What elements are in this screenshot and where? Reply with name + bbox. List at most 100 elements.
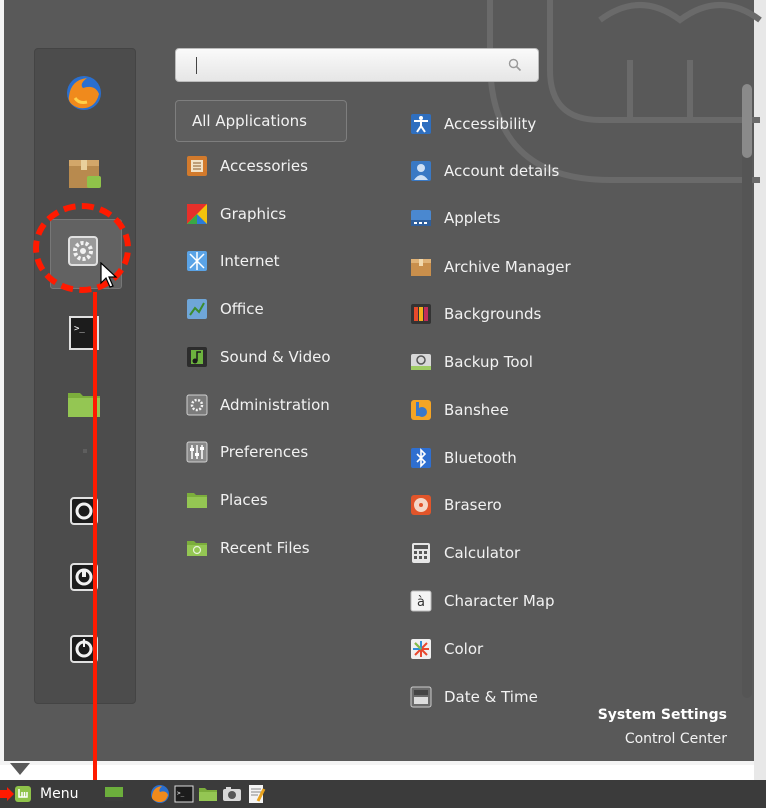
annotation-line xyxy=(93,292,97,808)
category-label: Graphics xyxy=(220,205,287,223)
category-internet[interactable]: Internet xyxy=(175,240,347,282)
menu-pointer xyxy=(10,763,30,775)
search-input[interactable] xyxy=(175,48,539,82)
power-icon xyxy=(70,635,98,663)
app-account-details[interactable]: Account details xyxy=(410,154,559,188)
favorite-files[interactable] xyxy=(60,379,108,427)
app-label: Account details xyxy=(444,162,560,180)
app-list-scrollbar[interactable] xyxy=(742,84,752,698)
app-label: Backup Tool xyxy=(444,353,533,371)
app-label: Brasero xyxy=(444,496,502,514)
app-archive-manager[interactable]: Archive Manager xyxy=(410,250,571,284)
app-accessibility[interactable]: Accessibility xyxy=(410,107,536,141)
firefox-icon[interactable] xyxy=(150,784,170,804)
app-label: Bluetooth xyxy=(444,449,517,467)
favorite-shutdown[interactable] xyxy=(60,625,108,673)
app-backup-tool[interactable]: Backup Tool xyxy=(410,345,533,379)
app-bluetooth[interactable]: Bluetooth xyxy=(410,441,517,475)
mouse-cursor-icon xyxy=(100,262,118,288)
category-preferences[interactable]: Preferences xyxy=(175,431,347,473)
app-calculator[interactable]: Calculator xyxy=(410,536,520,570)
app-label: Backgrounds xyxy=(444,305,542,323)
favorite-logout[interactable] xyxy=(60,553,108,601)
category-label: Internet xyxy=(220,252,280,270)
category-office[interactable]: Office xyxy=(175,288,347,330)
color-icon xyxy=(411,639,431,659)
favorite-software-manager[interactable] xyxy=(60,149,108,197)
category-sound-video[interactable]: Sound & Video xyxy=(175,336,347,378)
internet-icon xyxy=(187,251,207,271)
search-icon xyxy=(508,58,522,72)
banshee-icon xyxy=(411,400,431,420)
lock-icon xyxy=(70,497,98,525)
app-brasero[interactable]: Brasero xyxy=(410,488,502,522)
places-icon xyxy=(187,493,207,508)
sound-video-icon xyxy=(187,347,207,367)
category-label: Sound & Video xyxy=(220,348,331,366)
recent-files-icon xyxy=(187,541,207,556)
category-label: Recent Files xyxy=(220,539,310,557)
app-banshee[interactable]: Banshee xyxy=(410,393,509,427)
character-map-glyph: à xyxy=(417,595,425,610)
firefox-icon xyxy=(67,76,101,110)
accessibility-icon xyxy=(411,114,431,134)
category-all-applications[interactable]: All Applications xyxy=(175,100,347,142)
logout-icon xyxy=(70,563,98,591)
category-label: Preferences xyxy=(220,443,309,461)
favorite-firefox[interactable] xyxy=(60,69,108,117)
app-label: Banshee xyxy=(444,401,509,419)
date-time-icon xyxy=(410,686,432,708)
category-label: All Applications xyxy=(192,112,307,130)
graphics-icon xyxy=(187,204,207,224)
category-accessories[interactable]: Accessories xyxy=(175,145,347,187)
camera-icon[interactable] xyxy=(222,784,242,804)
category-administration[interactable]: Administration xyxy=(175,384,347,426)
favorite-terminal[interactable]: >_ xyxy=(60,309,108,357)
show-desktop-icon[interactable] xyxy=(104,784,124,804)
terminal-icon[interactable]: >_ xyxy=(174,784,194,804)
app-label: Accessibility xyxy=(444,115,537,133)
folder-icon[interactable] xyxy=(198,784,218,804)
svg-text:>_: >_ xyxy=(177,790,185,797)
svg-text:>_: >_ xyxy=(74,324,85,334)
preferences-icon xyxy=(186,441,208,463)
package-icon xyxy=(69,160,101,188)
category-places[interactable]: Places xyxy=(175,479,347,521)
category-graphics[interactable]: Graphics xyxy=(175,193,347,235)
app-backgrounds[interactable]: Backgrounds xyxy=(410,297,541,331)
accessories-icon xyxy=(187,156,207,176)
category-label: Places xyxy=(220,491,268,509)
terminal-icon: >_ xyxy=(69,316,99,350)
desktop-wallpaper xyxy=(754,0,766,780)
annotation-arrow-icon xyxy=(0,787,14,801)
applets-icon xyxy=(411,210,431,226)
brasero-icon xyxy=(411,495,431,515)
category-label: Administration xyxy=(220,396,330,414)
scrollbar-thumb[interactable] xyxy=(742,84,752,158)
category-label: Accessories xyxy=(220,157,308,175)
app-label: Color xyxy=(444,640,484,658)
favorite-lock-screen[interactable] xyxy=(60,487,108,535)
category-recent-files[interactable]: Recent Files xyxy=(175,527,347,569)
app-color[interactable]: Color xyxy=(410,632,483,666)
app-character-map[interactable]: à Character Map xyxy=(410,584,554,618)
taskbar: Menu >_ xyxy=(0,780,766,808)
backgrounds-icon xyxy=(411,304,431,324)
folder-icon xyxy=(68,393,100,417)
text-editor-icon[interactable] xyxy=(246,784,266,804)
selected-item-description: Control Center xyxy=(624,731,727,747)
app-label: Applets xyxy=(444,209,501,227)
app-date-time[interactable]: Date & Time xyxy=(410,680,538,714)
character-map-icon: à xyxy=(410,590,432,612)
menu-button-label: Menu xyxy=(40,786,79,802)
app-applets[interactable]: Applets xyxy=(410,201,500,235)
favorites-panel: >_ xyxy=(34,48,136,704)
app-label: Calculator xyxy=(444,544,521,562)
favorites-separator xyxy=(83,449,87,453)
app-label: Archive Manager xyxy=(444,258,571,276)
selected-item-title: System Settings xyxy=(597,707,727,723)
bluetooth-icon xyxy=(411,448,431,468)
search-caret xyxy=(196,57,197,74)
office-icon xyxy=(187,299,207,319)
category-label: Office xyxy=(220,300,264,318)
